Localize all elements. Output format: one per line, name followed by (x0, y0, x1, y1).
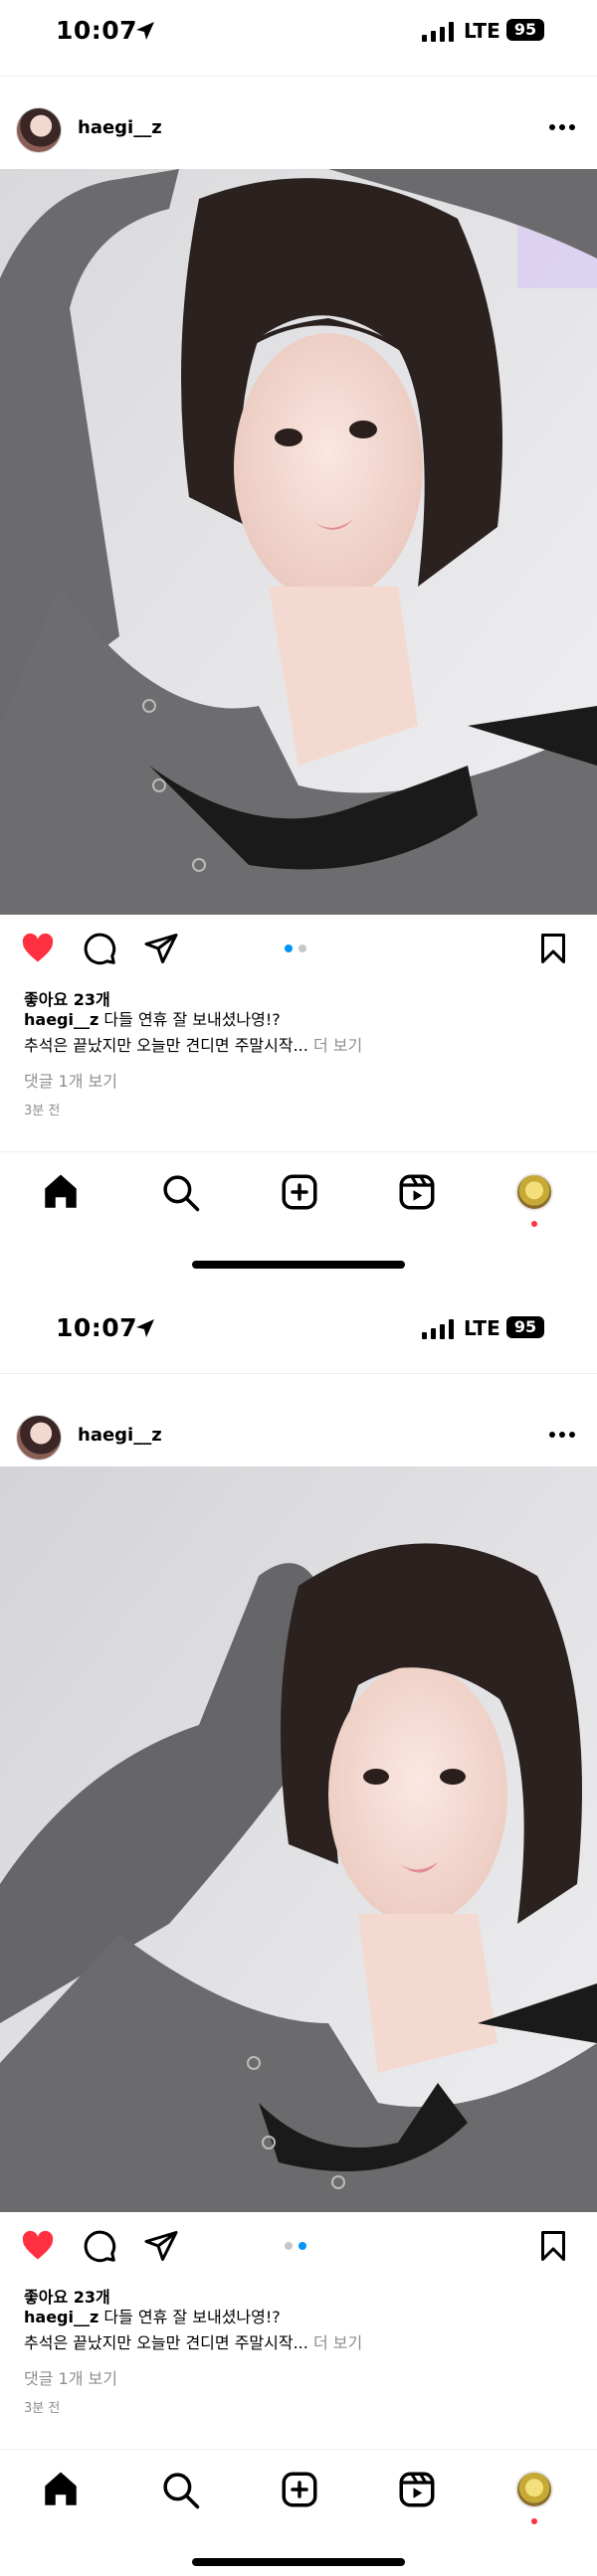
carousel-dot-active (298, 2242, 306, 2250)
battery-level: 95 (506, 1316, 544, 1338)
more-horizontal-icon[interactable] (545, 113, 579, 141)
carousel-indicator (285, 2242, 314, 2252)
status-bar: 10:07 LTE 95 (0, 0, 597, 62)
search-icon[interactable] (159, 1171, 201, 1213)
tab-bar (0, 2461, 597, 2524)
network-type: LTE (464, 19, 500, 43)
divider (0, 1373, 597, 1374)
post-photo-image (0, 1466, 597, 2212)
caption-line-2: 추석은 끝났지만 오늘만 견디면 주말시작... (24, 2333, 308, 2352)
avatar[interactable] (16, 107, 62, 153)
caption-username[interactable]: haegi__z (24, 1010, 99, 1029)
status-time: 10:07 (56, 16, 138, 45)
notification-dot (531, 2518, 537, 2524)
post-caption: haegi__z 다들 연휴 잘 보내셨나영!? 추석은 끝났지만 오늘만 견디… (24, 1007, 581, 1059)
reels-icon[interactable] (396, 1171, 438, 1213)
notification-dot (531, 1221, 537, 1227)
post-actions (0, 2222, 597, 2272)
paper-plane-icon[interactable] (143, 931, 179, 966)
caption-more-link[interactable]: 더 보기 (313, 2333, 362, 2352)
divider (0, 2449, 597, 2450)
carousel-dot-active (285, 945, 293, 952)
more-horizontal-icon[interactable] (545, 1421, 579, 1449)
network-type: LTE (464, 1316, 500, 1340)
profile-avatar[interactable] (515, 2471, 553, 2508)
create-plus-icon[interactable] (279, 2469, 320, 2510)
post-actions (0, 925, 597, 974)
profile-avatar[interactable] (515, 1173, 553, 1211)
caption-line-2: 추석은 끝났지만 오늘만 견디면 주말시작... (24, 1036, 308, 1055)
carousel-dot (285, 2242, 293, 2250)
caption-username[interactable]: haegi__z (24, 2308, 99, 2326)
post-photo[interactable] (0, 169, 597, 915)
post-photo[interactable] (0, 1466, 597, 2212)
post-screen-2: 10:07 LTE 95 haegi__z 좋아요 23개 haegi__z 다… (0, 1297, 597, 2576)
status-bar: 10:07 LTE 95 (0, 1297, 597, 1359)
divider (0, 1151, 597, 1152)
carousel-indicator (285, 945, 314, 954)
comment-bubble-icon[interactable] (82, 931, 117, 966)
post-header: haegi__z (0, 1407, 597, 1466)
post-photo-image (0, 169, 597, 915)
caption-line-1: 다들 연휴 잘 보내셨나영!? (103, 2308, 281, 2326)
comment-bubble-icon[interactable] (82, 2228, 117, 2264)
divider (0, 76, 597, 77)
signal-bars-icon (422, 1319, 454, 1339)
view-comments-link[interactable]: 댓글 1개 보기 (24, 1068, 117, 1092)
caption-line-1: 다들 연휴 잘 보내셨나영!? (103, 1010, 281, 1029)
location-arrow-icon (136, 22, 154, 40)
post-username[interactable]: haegi__z (78, 117, 162, 138)
home-indicator[interactable] (192, 1261, 405, 1269)
bookmark-icon[interactable] (535, 931, 571, 966)
heart-filled-icon[interactable] (20, 2228, 56, 2264)
home-icon[interactable] (40, 1171, 82, 1213)
post-username[interactable]: haegi__z (78, 1425, 162, 1446)
tab-bar (0, 1163, 597, 1227)
view-comments-link[interactable]: 댓글 1개 보기 (24, 2365, 117, 2389)
signal-bars-icon (422, 22, 454, 42)
caption-more-link[interactable]: 더 보기 (313, 1036, 362, 1055)
status-time: 10:07 (56, 1313, 138, 1342)
avatar[interactable] (16, 1415, 62, 1460)
heart-filled-icon[interactable] (20, 931, 56, 966)
post-header: haegi__z (0, 99, 597, 159)
home-indicator[interactable] (192, 2558, 405, 2566)
carousel-dot (298, 945, 306, 952)
search-icon[interactable] (159, 2469, 201, 2510)
reels-icon[interactable] (396, 2469, 438, 2510)
home-icon[interactable] (40, 2469, 82, 2510)
paper-plane-icon[interactable] (143, 2228, 179, 2264)
post-time: 3분 전 (24, 2401, 61, 2416)
bookmark-icon[interactable] (535, 2228, 571, 2264)
location-arrow-icon (136, 1319, 154, 1337)
post-screen-1: 10:07 LTE 95 haegi__z 좋아요 23개 haegi__z 다… (0, 0, 597, 1297)
post-caption: haegi__z 다들 연휴 잘 보내셨나영!? 추석은 끝났지만 오늘만 견디… (24, 2305, 581, 2356)
battery-level: 95 (506, 19, 544, 41)
create-plus-icon[interactable] (279, 1171, 320, 1213)
post-time: 3분 전 (24, 1104, 61, 1118)
